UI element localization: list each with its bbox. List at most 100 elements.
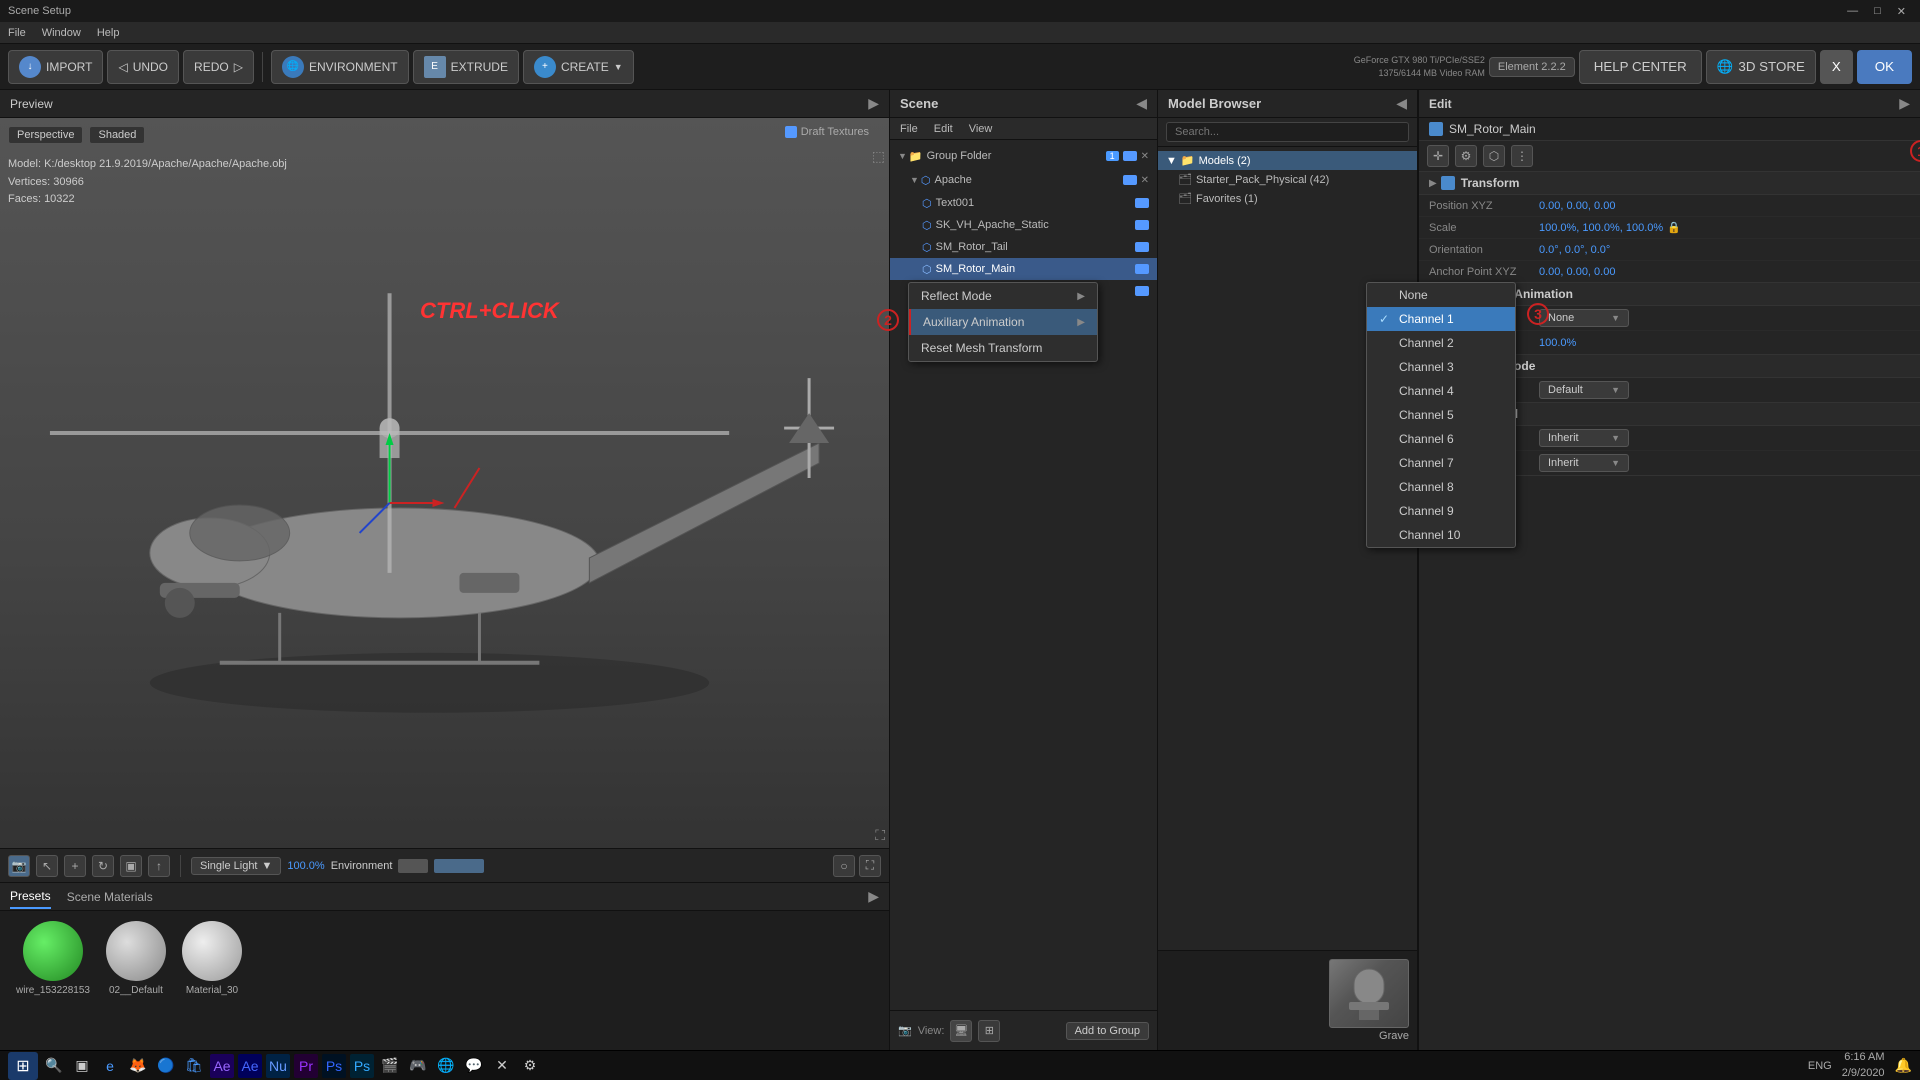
panel-expand-btn[interactable]: ▶ [868,95,879,112]
close-x-button[interactable]: X [1820,50,1853,84]
tree-item-group-folder[interactable]: ▼ 📁 Group Folder 1 ✕ [890,144,1157,168]
model-search-input[interactable] [1166,122,1409,142]
env-color-swatch[interactable] [398,859,428,873]
scene-edit-menu[interactable]: Edit [934,123,953,135]
edit-tab-settings[interactable]: ⋮ [1511,145,1533,167]
channel-1[interactable]: ✓ Channel 1 [1367,307,1515,331]
media-icon[interactable]: 🎬 [378,1054,402,1078]
material-ball-0[interactable] [23,921,83,981]
ps2-icon[interactable]: Ps [350,1054,374,1078]
task-view-icon[interactable]: ▣ [70,1054,94,1078]
ctx-aux-animation[interactable]: 2 Auxiliary Animation ▶ [909,309,1097,335]
tree-item-apache[interactable]: ▼ ⬡ Apache ✕ [890,168,1157,192]
viewport-expand-btn[interactable]: ⛶ [875,827,885,844]
nu-icon[interactable]: Nu [266,1054,290,1078]
bottom-panel-expand[interactable]: ▶ [868,888,879,905]
help-center-button[interactable]: HELP CENTER [1579,50,1702,84]
draft-checkbox[interactable] [785,126,797,138]
edit-expand[interactable]: ▶ [1899,95,1910,112]
anchor-value[interactable]: 0.00, 0.00, 0.00 [1539,266,1615,278]
add-icon[interactable]: + [64,855,86,877]
group-close-btn[interactable]: ✕ [1141,151,1149,162]
tree-item-rotor-main[interactable]: ⬡ SM_Rotor_Main [890,258,1157,280]
material-item-0[interactable]: wire_153228153 [16,921,90,996]
tree-item-text001[interactable]: ⬡ Text001 [890,192,1157,214]
material-ball-2[interactable] [182,921,242,981]
scale-value[interactable]: 100.0%, 100.0%, 100.0% [1539,222,1663,234]
channel-10[interactable]: ✓ Channel 10 [1367,523,1515,547]
light-dropdown[interactable]: Single Light ▼ [191,857,281,875]
ctx-reset-mesh[interactable]: Reset Mesh Transform [909,335,1097,361]
channel-8[interactable]: ✓ Channel 8 [1367,475,1515,499]
redo-button[interactable]: REDO ▷ [183,50,254,84]
3d-store-button[interactable]: 🌐 3D STORE [1706,50,1816,84]
menu-help[interactable]: Help [97,27,120,39]
multi-object-dropdown[interactable]: Inherit ▼ [1539,454,1629,472]
frame-icon[interactable]: ▣ [120,855,142,877]
group-vis-icon[interactable] [1123,151,1137,161]
cortana-icon[interactable]: 🔵 [154,1054,178,1078]
extrude-button[interactable]: E EXTRUDE [413,50,519,84]
reflect-mode-dropdown[interactable]: Default ▼ [1539,381,1629,399]
edge-icon[interactable]: e [98,1054,122,1078]
material-ball-1[interactable] [106,921,166,981]
channel-6[interactable]: ✓ Channel 6 [1367,427,1515,451]
viewport-mode-icon[interactable]: ⛶ [859,855,881,877]
environment-button[interactable]: 🌐 ENVIRONMENT [271,50,409,84]
deformation-dropdown[interactable]: Inherit ▼ [1539,429,1629,447]
search-icon[interactable]: 🔍 [42,1054,66,1078]
view-btn-2[interactable]: ⊞ [978,1020,1000,1042]
store-icon[interactable]: 🛍 [182,1054,206,1078]
minimize-btn[interactable]: — [1841,5,1864,18]
animation-ratio-value[interactable]: 100.0% [1539,337,1576,349]
globe-icon[interactable]: 🌐 [434,1054,458,1078]
material-item-1[interactable]: 02__Default [106,921,166,996]
maximize-btn[interactable]: □ [1868,5,1887,18]
channel-2[interactable]: ✓ Channel 2 [1367,331,1515,355]
main-vis[interactable] [1135,264,1149,274]
start-icon[interactable]: ⊞ [8,1052,38,1080]
game-icon[interactable]: 🎮 [406,1054,430,1078]
scene-panel-expand[interactable]: ◀ [1136,95,1147,112]
models-item[interactable]: ▼ 📁 Models (2) [1158,151,1417,170]
view-btn-1[interactable]: 🖥 [950,1020,972,1042]
favorites-item[interactable]: 🗂 Favorites (1) [1158,189,1417,208]
starter-pack-item[interactable]: 🗂 Starter_Pack_Physical (42) [1158,170,1417,189]
ae2-icon[interactable]: Ae [238,1054,262,1078]
menu-file[interactable]: File [8,27,26,39]
notification-icon[interactable]: 🔔 [1895,1057,1912,1074]
settings-icon[interactable]: ⚙ [518,1054,542,1078]
text001-vis[interactable] [1135,198,1149,208]
create-button[interactable]: + CREATE ▼ [523,50,634,84]
orientation-value[interactable]: 0.0°, 0.0°, 0.0° [1539,244,1610,256]
channel-5[interactable]: ✓ Channel 5 [1367,403,1515,427]
tree-item-apache-static[interactable]: ⬡ SK_VH_Apache_Static [890,214,1157,236]
shading-dropdown[interactable]: Shaded [89,126,145,144]
undo-button[interactable]: ◁ UNDO [107,50,179,84]
model-browser-expand[interactable]: ◀ [1396,95,1407,112]
x-icon[interactable]: ✕ [490,1054,514,1078]
menu-window[interactable]: Window [42,27,81,39]
edit-tab-scale[interactable]: ⬡ [1483,145,1505,167]
reset-icon[interactable]: ○ [833,855,855,877]
ae-icon[interactable]: Ae [210,1054,234,1078]
channel-3[interactable]: ✓ Channel 3 [1367,355,1515,379]
scene-view-menu[interactable]: View [969,123,993,135]
sk-vis[interactable] [1135,220,1149,230]
scene-materials-tab[interactable]: Scene Materials [67,886,153,908]
firefox-icon[interactable]: 🦊 [126,1054,150,1078]
channel-4[interactable]: ✓ Channel 4 [1367,379,1515,403]
ctx-reflect-mode[interactable]: Reflect Mode ▶ [909,283,1097,309]
add-to-group-btn[interactable]: Add to Group [1066,1022,1149,1040]
pr-icon[interactable]: Pr [294,1054,318,1078]
lock-icon[interactable]: 🔒 [1667,221,1681,234]
apache-vis[interactable] [1123,175,1137,185]
export-icon[interactable]: ↑ [148,855,170,877]
chat-icon[interactable]: 💬 [462,1054,486,1078]
ps-icon[interactable]: Ps [322,1054,346,1078]
close-btn[interactable]: ✕ [1891,5,1912,18]
channel-none[interactable]: ✓ None [1367,283,1515,307]
tail-vis[interactable] [1135,242,1149,252]
edit-tab-rotate[interactable]: ⚙ [1455,145,1477,167]
cursor-icon[interactable]: ↖ [36,855,58,877]
